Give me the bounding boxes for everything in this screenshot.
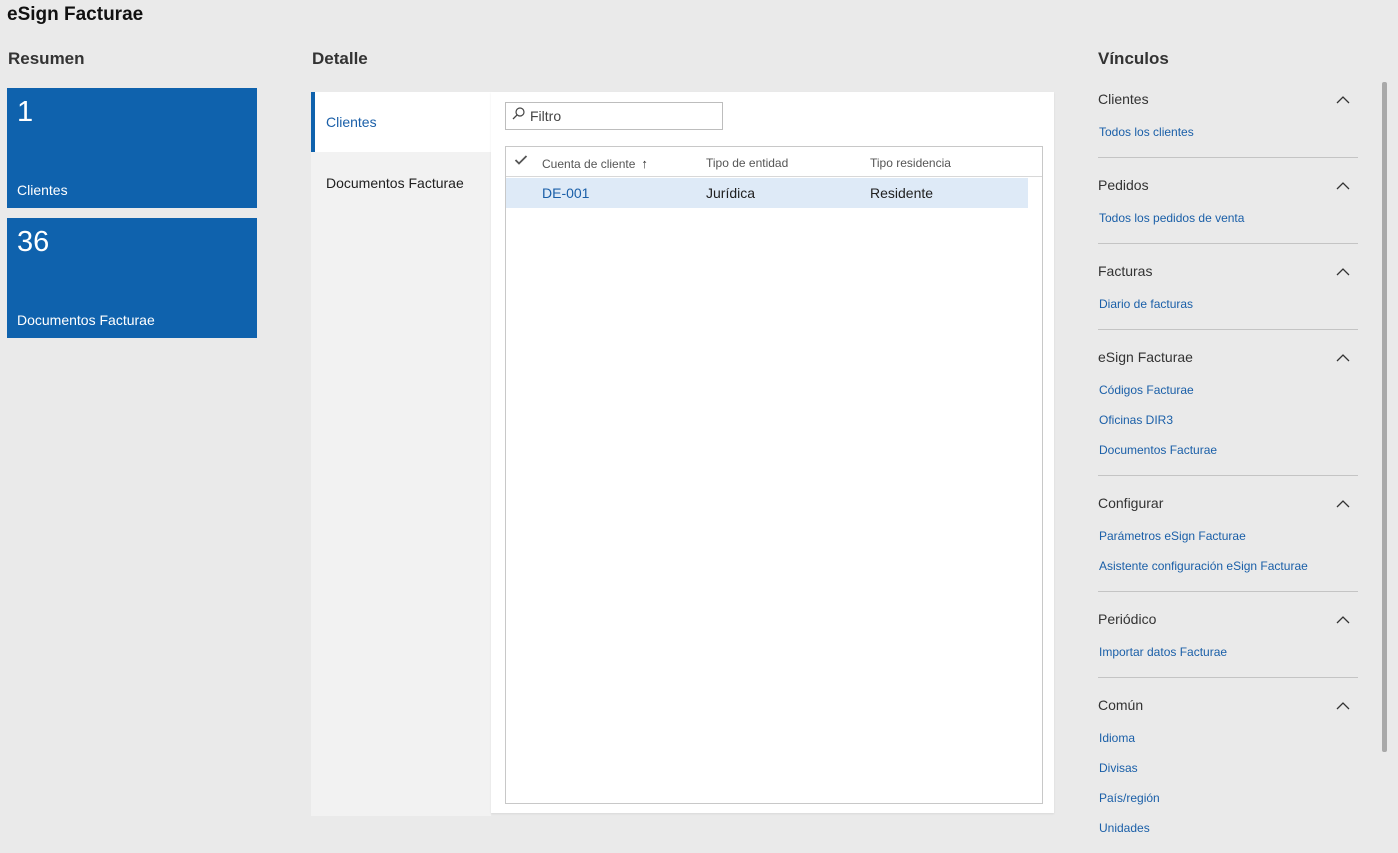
- grid-header: Cuenta de cliente ↑ Tipo de entidad Tipo …: [506, 147, 1042, 177]
- filter-box[interactable]: [505, 102, 723, 130]
- customers-grid: Cuenta de cliente ↑ Tipo de entidad Tipo …: [505, 146, 1043, 804]
- tab-documentos-facturae[interactable]: Documentos Facturae: [311, 153, 491, 213]
- tile-count: 1: [17, 96, 34, 128]
- chevron-up-icon: [1336, 349, 1358, 365]
- link-group-configurar: Configurar Parámetros eSign Facturae Asi…: [1098, 484, 1358, 592]
- link-group-title: Facturas: [1098, 263, 1153, 279]
- scrollbar[interactable]: [1382, 82, 1387, 752]
- link-group-header[interactable]: Pedidos: [1098, 166, 1358, 203]
- detail-grid-panel: Cuenta de cliente↑ Tipo de entidad Tipo …: [491, 92, 1054, 813]
- detail-tabs: Clientes Documentos Facturae: [311, 92, 491, 816]
- link-group-header[interactable]: Periódico: [1098, 600, 1358, 637]
- tile-clientes[interactable]: 1 Clientes: [7, 88, 257, 208]
- app-title: eSign Facturae: [7, 4, 144, 25]
- tile-count: 36: [17, 226, 50, 258]
- tile-documentos-facturae[interactable]: 36 Documentos Facturae: [7, 218, 257, 338]
- link-item[interactable]: Documentos Facturae: [1098, 435, 1358, 465]
- link-group-title: Clientes: [1098, 91, 1149, 107]
- section-heading-resumen: Resumen: [8, 49, 85, 68]
- link-item[interactable]: Códigos Facturae: [1098, 375, 1358, 405]
- link-group-esign-facturae: eSign Facturae Códigos Facturae Oficinas…: [1098, 338, 1358, 476]
- table-row[interactable]: DE-001 Jurídica Residente: [506, 178, 1028, 208]
- tab-clientes[interactable]: Clientes: [311, 92, 491, 152]
- link-item[interactable]: Unidades: [1098, 813, 1358, 843]
- column-header-cuenta[interactable]: Cuenta de cliente ↑: [542, 156, 648, 171]
- link-group-facturas: Facturas Diario de facturas: [1098, 252, 1358, 330]
- cell-tipo-residencia: Residente: [870, 185, 934, 201]
- link-group-clientes: Clientes Todos los clientes: [1098, 80, 1358, 158]
- link-item[interactable]: Todos los clientes: [1098, 117, 1358, 147]
- column-header-tipo-residencia[interactable]: Tipo residencia: [870, 156, 951, 170]
- column-header-tipo-entidad[interactable]: Tipo de entidad: [706, 156, 788, 170]
- link-group-title: Periódico: [1098, 611, 1157, 627]
- chevron-up-icon: [1336, 177, 1358, 193]
- sort-ascending-icon: ↑: [641, 156, 648, 171]
- chevron-up-icon: [1336, 495, 1358, 511]
- link-group-comun: Común Idioma Divisas País/región Unidade…: [1098, 686, 1358, 853]
- link-group-header[interactable]: Común: [1098, 686, 1358, 723]
- link-item[interactable]: Todos los pedidos de venta: [1098, 203, 1358, 233]
- cell-cuenta[interactable]: DE-001: [542, 185, 589, 201]
- cell-tipo-entidad: Jurídica: [706, 185, 756, 201]
- link-item[interactable]: Diario de facturas: [1098, 289, 1358, 319]
- link-group-periodico: Periódico Importar datos Facturae: [1098, 600, 1358, 678]
- link-item[interactable]: Oficinas DIR3: [1098, 405, 1358, 435]
- link-group-title: eSign Facturae: [1098, 349, 1193, 365]
- link-group-header[interactable]: Clientes: [1098, 80, 1358, 117]
- link-item[interactable]: Parámetros eSign Facturae: [1098, 521, 1358, 551]
- link-group-title: Común: [1098, 697, 1144, 713]
- chevron-up-icon: [1336, 697, 1358, 713]
- checkmark-icon[interactable]: [514, 154, 528, 169]
- link-group-header[interactable]: eSign Facturae: [1098, 338, 1358, 375]
- link-item[interactable]: País/región: [1098, 783, 1358, 813]
- link-group-pedidos: Pedidos Todos los pedidos de venta: [1098, 166, 1358, 244]
- section-heading-detalle: Detalle: [312, 49, 368, 68]
- link-item[interactable]: Idioma: [1098, 723, 1358, 753]
- link-group-title: Pedidos: [1098, 177, 1149, 193]
- tile-label: Documentos Facturae: [17, 312, 155, 328]
- chevron-up-icon: [1336, 91, 1358, 107]
- link-group-header[interactable]: Configurar: [1098, 484, 1358, 521]
- section-heading-vinculos: Vínculos: [1098, 49, 1169, 68]
- search-icon: [506, 107, 530, 125]
- link-group-title: Configurar: [1098, 495, 1164, 511]
- chevron-up-icon: [1336, 611, 1358, 627]
- link-item[interactable]: Importar datos Facturae: [1098, 637, 1358, 667]
- link-item[interactable]: Divisas: [1098, 753, 1358, 783]
- link-item[interactable]: Asistente configuración eSign Facturae: [1098, 551, 1358, 581]
- links-panel: Clientes Todos los clientes Pedidos Todo…: [1098, 80, 1358, 853]
- filter-input[interactable]: [530, 108, 710, 124]
- link-group-header[interactable]: Facturas: [1098, 252, 1358, 289]
- chevron-up-icon: [1336, 263, 1358, 279]
- tile-label: Clientes: [17, 182, 68, 198]
